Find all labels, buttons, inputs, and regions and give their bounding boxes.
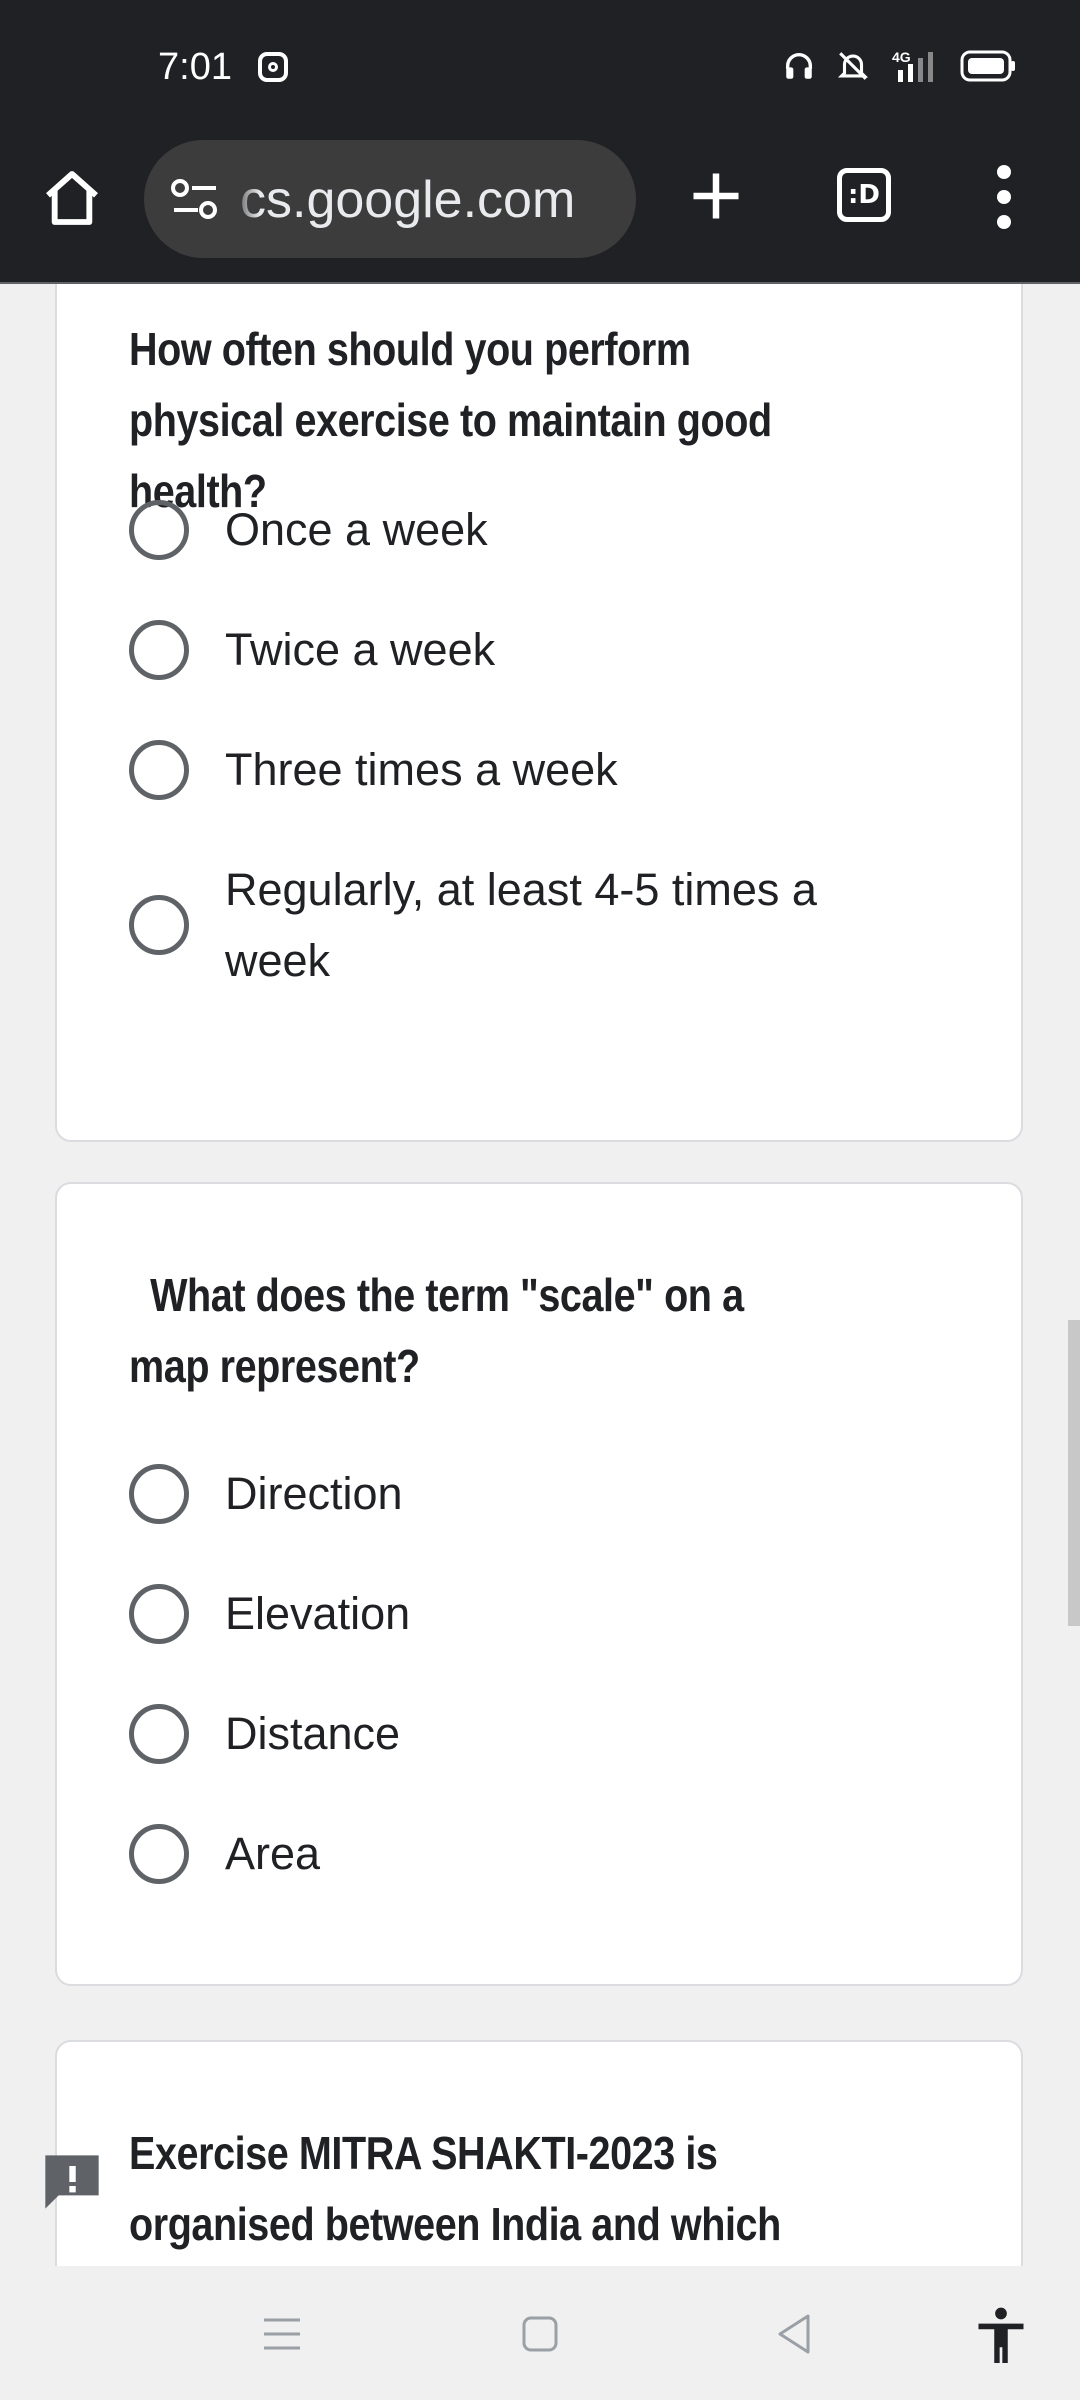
instagram-notification-icon [258, 52, 288, 82]
nav-home-icon[interactable] [520, 2314, 560, 2354]
option-row[interactable]: Elevation [129, 1578, 989, 1649]
headphones-icon [785, 53, 813, 79]
url-text[interactable]: cs.google.com [240, 170, 575, 230]
accessibility-icon[interactable] [974, 2306, 1028, 2366]
option-row[interactable]: Once a week [129, 494, 989, 565]
radio-button[interactable] [129, 895, 189, 955]
option-row[interactable]: Distance [129, 1698, 989, 1769]
form-content: How often should you perform physical ex… [0, 284, 1080, 2266]
option-label[interactable]: Area [225, 1818, 320, 1889]
question-card: What does the term "scale" on a map repr… [55, 1182, 1023, 1986]
radio-button[interactable] [129, 1583, 189, 1644]
option-row[interactable]: Area [129, 1818, 989, 1889]
question-text: What does the term "scale" on a map repr… [129, 1269, 755, 1392]
scrollbar[interactable] [1068, 1320, 1080, 1626]
status-icons: 4G [782, 48, 1016, 84]
radio-button[interactable] [129, 499, 189, 560]
home-icon[interactable] [40, 166, 104, 230]
status-time: 7:01 [158, 46, 232, 88]
network-type-label: 4G [892, 49, 911, 65]
radio-button[interactable] [129, 739, 189, 800]
option-label[interactable]: Once a week [225, 494, 488, 565]
system-nav-bar [0, 2266, 1080, 2400]
option-label[interactable]: Direction [225, 1458, 403, 1529]
recents-icon[interactable] [262, 2316, 302, 2352]
bell-muted-icon [837, 52, 869, 80]
question-card: Exercise MITRA SHAKTI-2023 is organised … [55, 2040, 1023, 2266]
radio-button[interactable] [129, 1823, 189, 1884]
tab-switcher-button[interactable]: :D [837, 168, 891, 222]
feedback-icon[interactable] [40, 2150, 104, 2214]
plus-icon[interactable] [686, 166, 746, 226]
signal-icon: 4G [892, 49, 933, 82]
url-fade [230, 140, 260, 258]
option-label[interactable]: Three times a week [225, 734, 618, 805]
option-label[interactable]: Twice a week [225, 614, 495, 685]
back-icon[interactable] [774, 2312, 814, 2356]
option-row[interactable]: Regularly, at least 4-5 times a week [129, 854, 929, 996]
radio-button[interactable] [129, 1703, 189, 1764]
option-row[interactable]: Three times a week [129, 734, 989, 805]
option-row[interactable]: Twice a week [129, 614, 989, 685]
option-row[interactable]: Direction [129, 1458, 989, 1529]
browser-toolbar: cs.google.com :D [0, 138, 1080, 284]
question-card: How often should you perform physical ex… [55, 284, 1023, 1142]
battery-icon [960, 50, 1015, 82]
tune-icon[interactable] [170, 178, 220, 222]
status-bar: 7:01 4G [0, 0, 1080, 138]
radio-button[interactable] [129, 619, 189, 680]
address-bar[interactable]: cs.google.com [144, 140, 636, 258]
question-text: Exercise MITRA SHAKTI-2023 is organised … [129, 2127, 781, 2250]
more-vert-icon[interactable] [992, 162, 1016, 232]
option-label[interactable]: Elevation [225, 1578, 410, 1649]
option-label[interactable]: Regularly, at least 4-5 times a week [225, 854, 885, 996]
option-label[interactable]: Distance [225, 1698, 400, 1769]
radio-button[interactable] [129, 1463, 189, 1524]
